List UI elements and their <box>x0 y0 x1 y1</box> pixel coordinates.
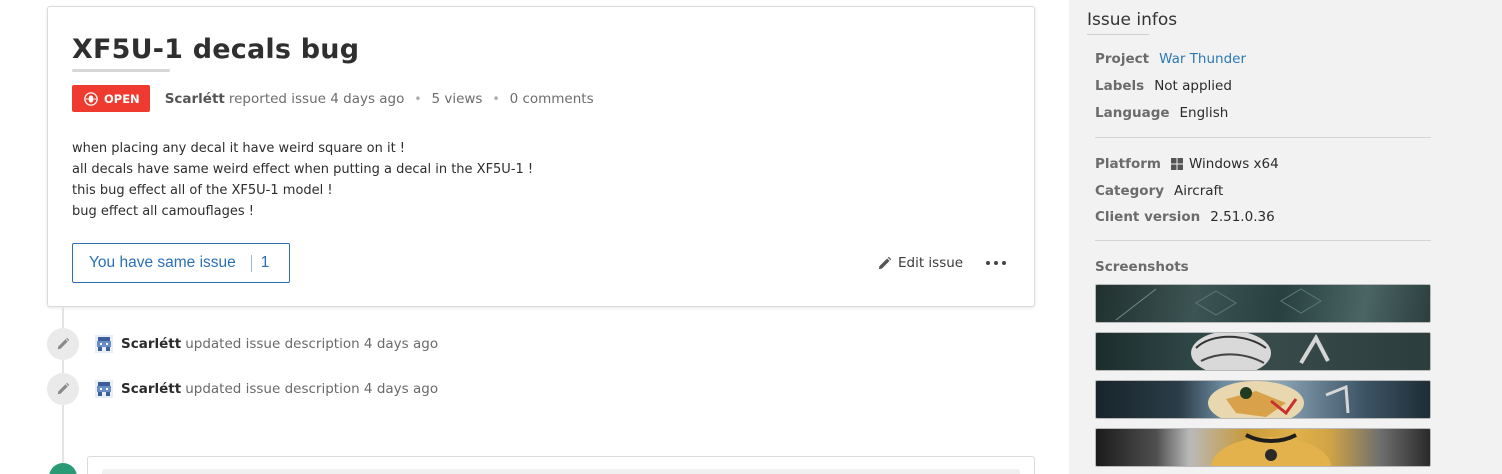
avatar[interactable] <box>95 380 113 398</box>
info-value: Windows x64 <box>1188 156 1279 172</box>
reported-text: reported issue 4 days ago <box>228 90 405 107</box>
screenshot-thumbnail[interactable] <box>1095 380 1431 419</box>
info-platform: Platform Windows x64 <box>1095 156 1279 172</box>
screenshots-heading: Screenshots <box>1095 259 1199 275</box>
pencil-icon <box>47 328 79 360</box>
pencil-icon <box>47 373 79 405</box>
divider <box>1095 240 1431 241</box>
status-badge: OPEN <box>72 85 150 112</box>
comment-toolbar <box>102 469 1020 474</box>
info-key: Labels <box>1095 78 1145 94</box>
info-value: Not applied <box>1154 78 1232 94</box>
issue-author[interactable]: Scarlétt <box>165 91 225 107</box>
issue-meta: OPEN Scarlétt reported issue 4 days ago … <box>72 85 594 112</box>
pencil-icon <box>878 256 892 269</box>
description-line: when placing any decal it have weird squ… <box>72 141 406 156</box>
more-dot <box>986 261 990 265</box>
info-category: Category Aircraft <box>1095 183 1223 199</box>
issue-title: XF5U-1 decals bug <box>72 34 360 65</box>
timeline-author[interactable]: Scarlétt <box>121 336 181 352</box>
info-language: Language English <box>1095 105 1228 121</box>
screenshot-image <box>1211 433 1331 466</box>
page: XF5U-1 decals bug OPEN Scarlétt reported… <box>0 0 1502 474</box>
status-label: OPEN <box>104 91 140 106</box>
timeline-text: updated issue description 4 days ago <box>185 336 439 352</box>
sidebar-title: Issue infos <box>1087 10 1178 30</box>
description-line: bug effect all camouflages ! <box>72 204 255 219</box>
divider <box>1095 137 1431 138</box>
avatar <box>49 463 77 474</box>
comment-box[interactable] <box>87 456 1035 474</box>
sidebar-title-underline <box>1087 34 1149 35</box>
issue-infos-sidebar: Issue infos Project War Thunder Labels N… <box>1069 0 1502 474</box>
same-issue-button[interactable]: You have same issue 1 <box>72 243 290 283</box>
views-count: 5 views <box>431 90 483 107</box>
bug-icon <box>84 91 98 106</box>
same-issue-count: 1 <box>260 254 270 271</box>
info-client-version: Client version 2.51.0.36 <box>1095 209 1275 225</box>
screenshots-label: Screenshots <box>1095 259 1189 275</box>
screenshot-thumbnail[interactable] <box>1095 284 1431 323</box>
avatar[interactable] <box>95 335 113 353</box>
info-key: Platform <box>1095 156 1161 172</box>
issue-card: XF5U-1 decals bug OPEN Scarlétt reported… <box>47 6 1035 307</box>
info-value: English <box>1179 105 1229 121</box>
same-issue-label: You have same issue <box>89 254 236 271</box>
screenshot-image <box>1115 288 1322 321</box>
timeline-text: updated issue description 4 days ago <box>185 381 439 397</box>
info-value: 2.51.0.36 <box>1210 209 1275 225</box>
meta-separator: • <box>492 91 500 106</box>
description-line: this bug effect all of the XF5U-1 model … <box>72 183 333 198</box>
info-key: Language <box>1095 105 1170 121</box>
info-project: Project War Thunder <box>1095 51 1246 67</box>
timeline-item: Scarlétt updated issue description 4 day… <box>47 328 438 360</box>
info-key: Client version <box>1095 209 1201 225</box>
info-labels: Labels Not applied <box>1095 78 1232 94</box>
info-key: Project <box>1095 51 1150 67</box>
project-link[interactable]: War Thunder <box>1159 51 1246 67</box>
timeline-author[interactable]: Scarlétt <box>121 381 181 397</box>
screenshot-thumbnail[interactable] <box>1095 428 1431 467</box>
edit-issue-label: Edit issue <box>898 255 964 271</box>
description-line: all decals have same weird effect when p… <box>72 162 534 177</box>
info-key: Category <box>1095 183 1165 199</box>
comments-count: 0 comments <box>509 90 594 107</box>
more-dot <box>1002 261 1006 265</box>
screenshot-image <box>1208 381 1350 418</box>
info-value: Aircraft <box>1174 183 1224 199</box>
edit-issue-button[interactable]: Edit issue <box>877 255 963 271</box>
screenshot-thumbnail[interactable] <box>1095 332 1431 371</box>
timeline-item: Scarlétt updated issue description 4 day… <box>47 373 438 405</box>
more-dot <box>994 261 998 265</box>
meta-separator: • <box>414 91 422 106</box>
same-issue-separator <box>250 254 252 272</box>
title-underline <box>72 69 170 72</box>
screenshot-image <box>1191 333 1330 370</box>
windows-icon <box>1170 158 1183 170</box>
more-icon[interactable] <box>986 256 1006 270</box>
issue-description: when placing any decal it have weird squ… <box>72 138 533 222</box>
